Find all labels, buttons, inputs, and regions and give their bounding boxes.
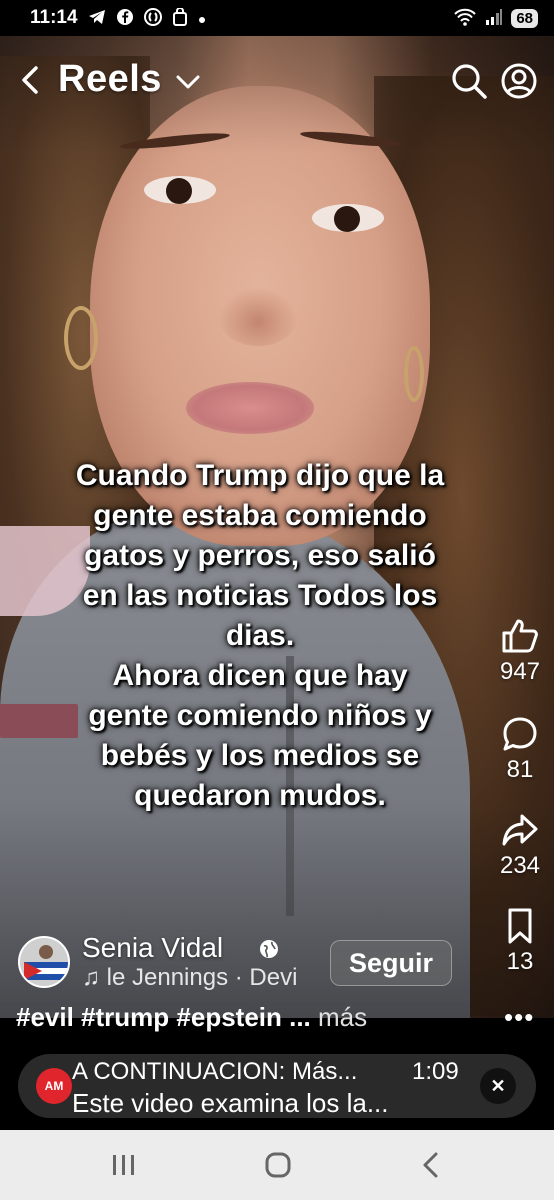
caption-line: dias. [225,619,295,652]
status-bar: 11:14 68 [0,0,554,36]
save-button[interactable]: 13 [490,906,550,976]
caption-line: Cuando Trump dijo que la [75,459,445,492]
up-next-title: Este video examina los la... [72,1088,389,1118]
status-time: 11:14 [30,7,78,28]
caption-line: en las noticias Todos los [82,579,438,612]
hashtags: #evil #trump #epstein ... [16,1002,311,1032]
battery-indicator: 68 [511,8,538,28]
save-count: 13 [506,948,534,975]
bookmark-icon [500,906,540,946]
caption-line: gatos y perros, eso salió [84,539,436,572]
share-count: 234 [499,852,541,879]
comment-icon [500,714,540,754]
bag-icon [172,6,188,29]
caption-line: gente estaba comiendo [93,499,427,532]
search-icon[interactable] [450,62,488,100]
like-button[interactable]: 947 [490,616,550,686]
wifi-icon [453,8,477,29]
author-name[interactable]: Senia Vidal [82,932,223,964]
channel-logo: AM [36,1068,72,1104]
telegram-icon [88,9,106,28]
more-options-icon[interactable]: ••• [504,1002,534,1033]
reels-screen: 11:14 68 Reels Cuando Trump dijo que la … [0,0,554,1200]
shazam-icon [143,7,162,29]
reels-header: Reels [0,50,554,114]
dot-icon [198,10,206,27]
profile-icon[interactable] [500,62,538,100]
close-icon[interactable]: ✕ [480,1068,516,1104]
system-nav-bar [0,1130,554,1200]
caption-line: Ahora dicen que hay [112,659,408,692]
reel-caption-overlay: Cuando Trump dijo que la gente estaba co… [40,456,480,816]
chevron-down-icon[interactable] [174,68,202,96]
home-icon[interactable] [258,1150,298,1180]
comment-button[interactable]: 81 [490,714,550,784]
up-next-label: A CONTINUACION: Más... [72,1058,358,1085]
back-arrow-icon[interactable] [16,60,44,100]
up-next-duration: 1:09 [412,1058,459,1085]
audio-track[interactable]: ♫ le Jennings · Devi [82,964,314,992]
comment-count: 81 [506,756,534,783]
globe-icon [258,938,280,960]
caption-line: quedaron mudos. [134,779,386,812]
post-description[interactable]: #evil #trump #epstein ... más [16,1002,367,1033]
more-link[interactable]: más [318,1002,367,1032]
caption-line: bebés y los medios se [100,739,420,772]
up-next-banner[interactable]: AM A CONTINUACION: Más... 1:09 Este vide… [18,1054,536,1118]
recent-apps-icon[interactable] [104,1150,144,1180]
share-button[interactable]: 234 [490,810,550,880]
caption-line: gente comiendo niños y [88,699,432,732]
facebook-icon [116,8,134,29]
signal-icon [485,8,503,29]
page-title[interactable]: Reels [58,58,162,101]
follow-button[interactable]: Seguir [330,940,452,986]
back-nav-icon[interactable] [412,1150,452,1180]
avatar[interactable] [18,936,70,988]
share-icon [500,810,540,850]
like-count: 947 [499,658,541,685]
thumbs-up-icon [500,616,540,656]
